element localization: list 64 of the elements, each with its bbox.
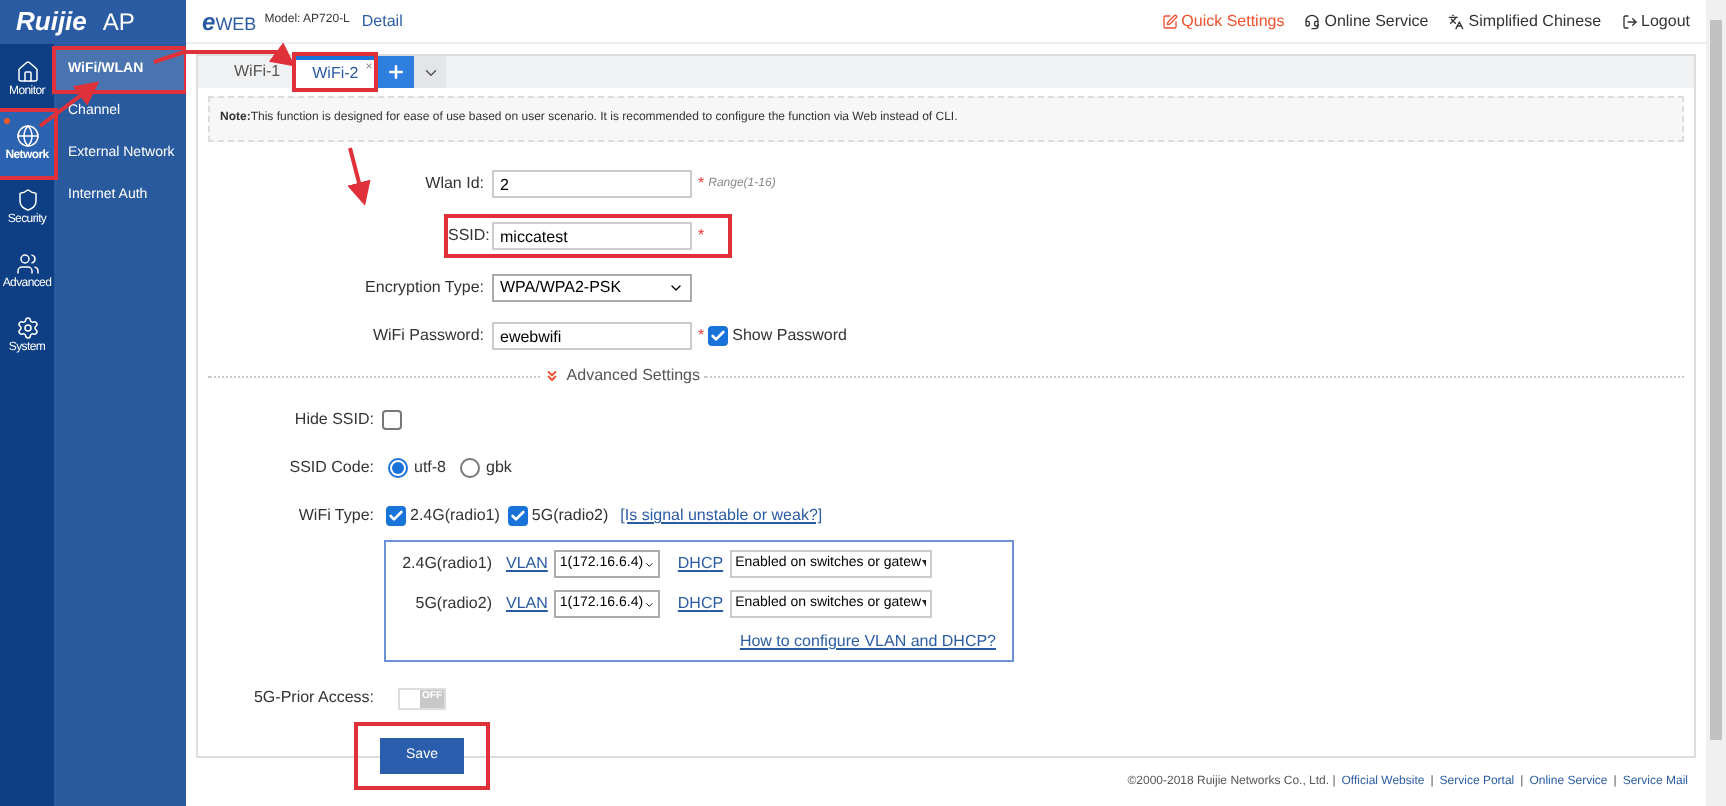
vlan-link[interactable]: VLAN <box>506 552 548 576</box>
plus-icon <box>386 62 407 82</box>
field-label: Wlan Id: <box>423 172 486 196</box>
vlan-link[interactable]: VLAN <box>506 592 548 616</box>
header-link[interactable]: Simplified Chinese <box>1448 9 1602 33</box>
header-link[interactable]: Online Service <box>1304 9 1429 33</box>
advanced-settings-toggle[interactable]: Advanced Settings <box>540 364 704 388</box>
field-label: 5G-Prior Access: <box>251 686 376 710</box>
radio-label: utf-8 <box>414 456 447 480</box>
language-icon <box>1448 13 1465 29</box>
chevron-down-icon <box>643 597 654 611</box>
scrollbar[interactable] <box>1706 0 1726 806</box>
checkbox-label: Show Password <box>732 324 847 348</box>
radio-button[interactable] <box>460 458 481 478</box>
edit-icon <box>1161 13 1178 29</box>
eweb-logo: eWEB <box>202 5 257 39</box>
header-link[interactable]: Logout <box>1621 9 1690 33</box>
required-mark: * <box>698 324 705 348</box>
users-icon <box>15 251 39 275</box>
dhcp-link[interactable]: DHCP <box>677 552 724 576</box>
annotation-arrow <box>347 147 371 206</box>
double-chevron-icon <box>544 368 561 384</box>
product-label: AP <box>102 6 135 40</box>
field-label: SSID: <box>448 224 492 248</box>
field-label: Hide SSID: <box>292 408 376 432</box>
triangle-down-icon <box>921 599 926 609</box>
radio-button[interactable] <box>388 458 408 478</box>
checkbox[interactable] <box>708 326 729 346</box>
logout-icon <box>1621 13 1638 29</box>
radio-name: 5G(radio2) <box>413 592 492 616</box>
shield-icon <box>15 187 39 211</box>
radio-label: gbk <box>486 456 512 480</box>
radio-name: 2.4G(radio1) <box>402 552 492 576</box>
home-icon <box>15 59 39 83</box>
wlan-id-field[interactable]: 2 <box>492 170 692 198</box>
checkbox-label: 2.4G(radio1) <box>410 504 500 528</box>
gear-icon <box>15 315 39 339</box>
required-mark: * <box>698 172 705 196</box>
required-mark: * <box>698 224 705 248</box>
field-label: SSID Code: <box>287 456 376 480</box>
dhcp-link[interactable]: DHCP <box>677 592 724 616</box>
field-label: WiFi Type: <box>296 504 376 528</box>
chevron-down-icon <box>668 280 684 296</box>
globe-icon <box>15 123 39 147</box>
password-field[interactable]: ewebwifi <box>492 322 692 350</box>
vlan-dhcp-help-link[interactable]: How to configure VLAN and DHCP? <box>739 630 996 654</box>
header-link[interactable]: Quick Settings <box>1161 9 1285 33</box>
chevron-down-icon <box>643 557 654 571</box>
triangle-down-icon <box>921 559 926 569</box>
field-label: WiFi Password: <box>370 324 486 348</box>
logo: Ruijie <box>16 4 87 41</box>
field-label: Encryption Type: <box>363 276 486 300</box>
annotation-arrow <box>153 42 296 67</box>
tab[interactable]: WiFi-1 <box>218 56 297 88</box>
checkbox-label: 5G(radio2) <box>531 504 609 528</box>
checkbox[interactable] <box>386 506 406 526</box>
headset-icon <box>1304 13 1321 29</box>
checkbox[interactable] <box>382 410 402 430</box>
add-tab-button[interactable] <box>378 56 415 88</box>
ssid-field[interactable]: miccatest <box>492 222 692 250</box>
checkbox[interactable] <box>507 506 528 526</box>
detail-link[interactable]: Detail <box>361 9 403 33</box>
signal-help-link[interactable]: [Is signal unstable or weak?] <box>620 504 823 528</box>
encryption-select[interactable]: WPA/WPA2-PSK <box>492 274 692 302</box>
